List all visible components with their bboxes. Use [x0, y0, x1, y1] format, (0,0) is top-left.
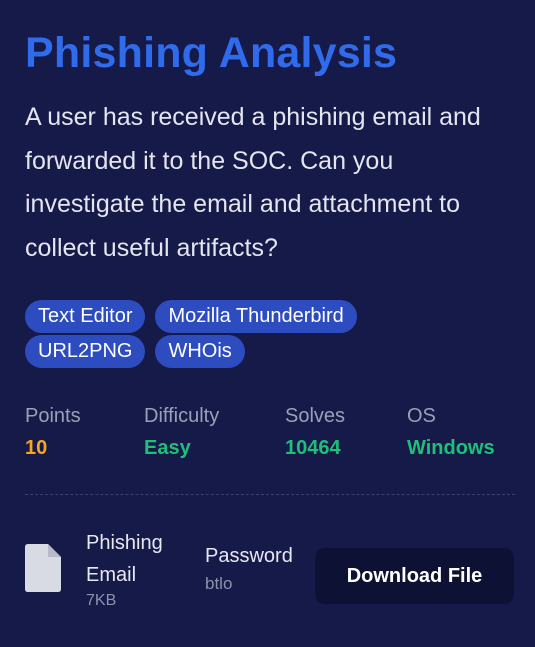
challenge-title: Phishing Analysis [25, 29, 398, 77]
download-file-button[interactable]: Download File [315, 548, 514, 604]
password-label: Password [205, 545, 293, 567]
file-size: 7KB [86, 592, 117, 609]
file-download-row: Phishing Email 7KB Password btlo Downloa… [25, 527, 515, 617]
stat-solves: Solves 10464 [285, 404, 345, 460]
stat-os-label: OS [407, 405, 436, 427]
stat-points-value: 10 [25, 437, 48, 459]
tag-url2png[interactable]: URL2PNG [25, 335, 146, 368]
stat-solves-value: 10464 [285, 437, 341, 459]
stat-os-value: Windows [407, 437, 495, 459]
stat-points-label: Points [25, 405, 81, 427]
stat-difficulty-value: Easy [144, 437, 191, 459]
challenge-stats: Points 10 Difficulty Easy Solves 10464 O… [25, 404, 513, 464]
stat-difficulty-label: Difficulty [144, 405, 220, 427]
stat-points: Points 10 [25, 404, 81, 460]
tag-mozilla-thunderbird[interactable]: Mozilla Thunderbird [155, 300, 357, 333]
stat-solves-label: Solves [285, 405, 346, 427]
file-name: Phishing Email [86, 532, 163, 586]
file-icon [25, 544, 61, 592]
stat-os: OS Windows [407, 404, 495, 460]
password-value: btlo [205, 574, 233, 593]
tool-tags: Text Editor Mozilla Thunderbird URL2PNG … [25, 300, 405, 368]
stat-difficulty: Difficulty Easy [144, 404, 219, 460]
tag-whois[interactable]: WHOis [155, 335, 245, 368]
challenge-description: A user has received a phishing email and… [25, 103, 481, 262]
tag-text-editor[interactable]: Text Editor [25, 300, 146, 333]
section-divider [25, 494, 515, 495]
